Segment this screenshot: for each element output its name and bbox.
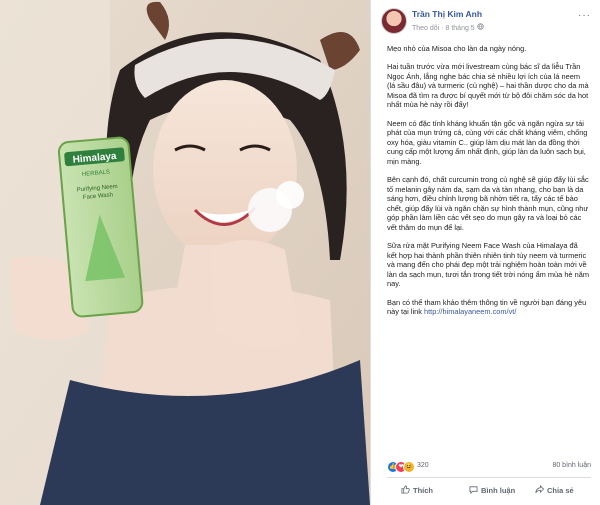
post-body: Mẹo nhỏ của Misoa cho làn da ngày nóng. … [387,44,589,325]
post-panel: Trần Thị Kim Anh Theo dõi · 8 tháng 5 ··… [370,0,600,505]
thumbs-up-icon [401,484,410,496]
reaction-count[interactable]: 320 [417,462,429,469]
like-label: Thích [413,485,433,495]
post-paragraph: Sữa rửa mặt Purifying Neem Face Wash của… [387,241,589,289]
comment-label: Bình luận [481,485,516,495]
like-button[interactable]: Thích [401,481,433,499]
share-button[interactable]: Chia sẻ [535,481,574,499]
post-photo[interactable]: Himalaya HERBALS Purifying Neem Face Was… [0,0,370,505]
post-paragraph: Mẹo nhỏ của Misoa cho làn da ngày nóng. [387,44,527,53]
comment-button[interactable]: Bình luận [469,481,515,499]
divider [387,477,591,478]
haha-reaction-icon[interactable]: 😆 [403,461,415,473]
post-paragraph: Neem có đặc tính kháng khuẩn tận gốc và … [387,118,588,166]
comments-count[interactable]: 80 bình luận [552,462,591,469]
follow-link[interactable]: Theo dõi [412,25,439,32]
post-paragraph: Hai tuần trước vừa mới livestream cùng b… [387,62,589,110]
globe-icon [476,23,484,32]
post-paragraph: Bên cạnh đó, chất curcumin trong củ nghệ… [387,175,589,232]
product-link[interactable]: http://himalayaneem.com/vt/ [424,307,516,316]
share-icon [535,484,545,496]
post-meta: Theo dõi · 8 tháng 5 [412,23,484,32]
share-label: Chia sẻ [547,485,574,495]
meta-separator: · [441,25,444,32]
comment-icon [469,485,478,496]
post-date[interactable]: 8 tháng 5 [446,25,475,32]
avatar[interactable] [381,8,407,34]
post-paragraph-last: Bạn có thể tham khảo thêm thông tin về n… [387,298,589,317]
more-options-icon[interactable]: ··· [578,10,591,21]
woman-washing-face-image: Himalaya HERBALS Purifying Neem Face Was… [0,0,370,505]
reactions-bar: 👍 ❤ 😆 320 80 bình luận [387,460,591,474]
post-header: Trần Thị Kim Anh Theo dõi · 8 tháng 5 ··… [381,8,591,38]
author-name[interactable]: Trần Thị Kim Anh [412,9,482,19]
post-actions: Thích Bình luận Chia sẻ [387,481,591,499]
